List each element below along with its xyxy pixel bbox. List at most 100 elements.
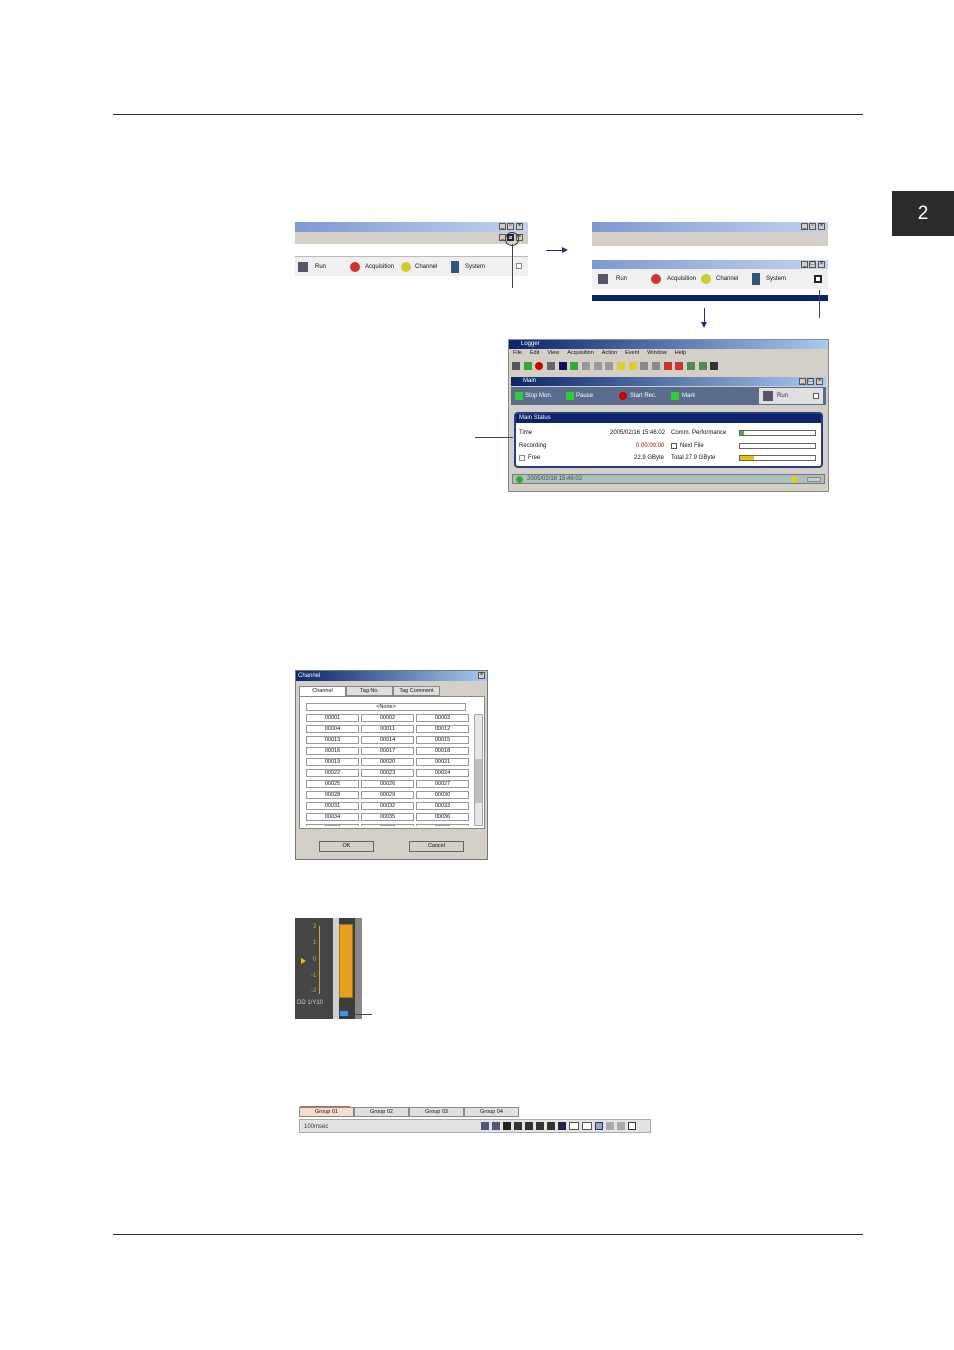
scroll-thumb[interactable] [475,759,482,803]
zoom-in-icon[interactable] [481,1122,489,1130]
channel-cell[interactable]: 00024 [416,769,469,777]
pause-icon[interactable] [523,362,532,370]
menu-action[interactable]: Action [602,350,617,358]
channel-cell[interactable]: 00029 [361,791,414,799]
close-button[interactable]: × [818,223,825,230]
toolbar-item-run[interactable]: Run [616,276,627,282]
none-option[interactable]: <None> [306,703,466,711]
channel-cell[interactable]: 00013 [306,736,359,744]
split1-icon[interactable] [595,1122,603,1130]
channel-cell[interactable]: 00011 [361,725,414,733]
channel-cell[interactable]: 00002 [361,714,414,722]
main-maximize-button[interactable]: □ [807,378,814,385]
toolbar-item-acquisition[interactable]: Acquisition [365,264,394,270]
menu-edit[interactable]: Edit [530,350,539,358]
channel-cell[interactable]: 00039 [416,824,469,826]
scrollbar[interactable] [474,714,483,826]
toolbar-item-channel[interactable]: Channel [415,264,437,270]
trend-icon[interactable] [710,362,719,370]
tab-tag-no[interactable]: Tag No. [346,686,393,696]
channel-cell[interactable]: 00030 [416,791,469,799]
split2-icon[interactable] [606,1122,614,1130]
cancel-button[interactable]: Cancel [409,841,464,852]
mark-icon[interactable] [547,1122,555,1130]
rect-icon[interactable] [569,1122,579,1130]
channel-cell[interactable]: 00018 [416,747,469,755]
minimize-button[interactable]: _ [801,223,808,230]
channel-cell[interactable]: 00035 [361,813,414,821]
window-small-icon[interactable] [813,393,819,399]
scale-icon[interactable] [628,1122,636,1130]
channel-cell[interactable]: 00033 [416,802,469,810]
paste-icon[interactable] [605,362,614,370]
channel-cell[interactable]: 00026 [361,780,414,788]
copy-icon[interactable] [593,362,602,370]
channel-cell[interactable]: 00028 [306,791,359,799]
tab-tag-comment[interactable]: Tag Comment [393,686,440,696]
toolbar-item-run[interactable]: Run [315,264,326,270]
main-minimize-button[interactable]: _ [799,378,806,385]
channel-cell[interactable]: 00012 [416,725,469,733]
restore-button[interactable]: ▫ [507,223,514,230]
channel-cell[interactable]: 00015 [416,736,469,744]
zoom-out-icon[interactable] [492,1122,500,1130]
tab-channel[interactable]: Channel [299,686,346,696]
restore-button[interactable]: ▫ [809,223,816,230]
start-rec-button[interactable]: Start Rec. [630,393,657,399]
tab-group-01[interactable]: Group 01 [299,1107,354,1117]
next-file-icon[interactable] [671,443,677,449]
toolbar-window-icon[interactable] [516,263,522,269]
child-minimize-button[interactable]: _ [801,261,808,268]
close-button[interactable]: × [516,223,523,230]
split4-icon[interactable] [617,1122,625,1130]
tab-group-02[interactable]: Group 02 [354,1107,409,1117]
channel-cell[interactable]: 00001 [306,714,359,722]
ok-button[interactable]: OK [319,841,374,852]
stop-mon-button[interactable]: Stop Mon. [525,393,552,399]
tab-group-04[interactable]: Group 04 [464,1107,519,1117]
channel-cell[interactable]: 00022 [306,769,359,777]
channel-cell[interactable]: 00004 [306,725,359,733]
mark-icon[interactable] [570,362,579,370]
save-icon[interactable] [503,1122,511,1130]
folder-icon[interactable] [617,362,626,370]
toolbar-item-system[interactable]: System [766,276,786,282]
toolbar-item-system[interactable]: System [465,264,485,270]
record-icon[interactable] [535,362,544,370]
menu-file[interactable]: File [513,350,522,358]
menu-help[interactable]: Help [675,350,686,358]
dialog-close-button[interactable]: × [478,672,485,679]
toolbar-item-channel[interactable]: Channel [716,276,738,282]
channel-cell[interactable]: 00032 [361,802,414,810]
chart-icon[interactable] [687,362,696,370]
channel-cell[interactable]: 00014 [361,736,414,744]
channel-cell[interactable]: 00019 [306,758,359,766]
channel-cell[interactable]: 00021 [416,758,469,766]
grid-icon[interactable] [698,362,707,370]
alarm-icon[interactable] [663,362,672,370]
bar-icon[interactable] [525,1122,533,1130]
tile-icon[interactable] [652,362,661,370]
channel-cell[interactable]: 00017 [361,747,414,755]
step-icon[interactable] [536,1122,544,1130]
play-icon[interactable] [512,362,520,370]
channel-cell[interactable]: 00023 [361,769,414,777]
tab-group-03[interactable]: Group 03 [409,1107,464,1117]
menu-view[interactable]: View [547,350,559,358]
layout-icon[interactable] [558,1122,566,1130]
channel-cell[interactable]: 00031 [306,802,359,810]
child-maximize-button[interactable]: □ [809,261,816,268]
channel-cell[interactable]: 00034 [306,813,359,821]
channel-cell[interactable]: 00038 [361,824,414,826]
toolbar-window-icon[interactable] [814,275,822,283]
open-icon[interactable] [628,362,637,370]
stop-icon[interactable] [558,362,567,370]
scroll-handle-icon[interactable] [339,1010,349,1017]
main-close-button[interactable]: × [816,378,823,385]
window-icon[interactable] [640,362,649,370]
toolbar-item-acquisition[interactable]: Acquisition [667,276,696,282]
channel-cell[interactable]: 00037 [306,824,359,826]
cursor-icon[interactable] [514,1122,522,1130]
channel-cell[interactable]: 00025 [306,780,359,788]
pause-button[interactable]: Pause [576,393,593,399]
